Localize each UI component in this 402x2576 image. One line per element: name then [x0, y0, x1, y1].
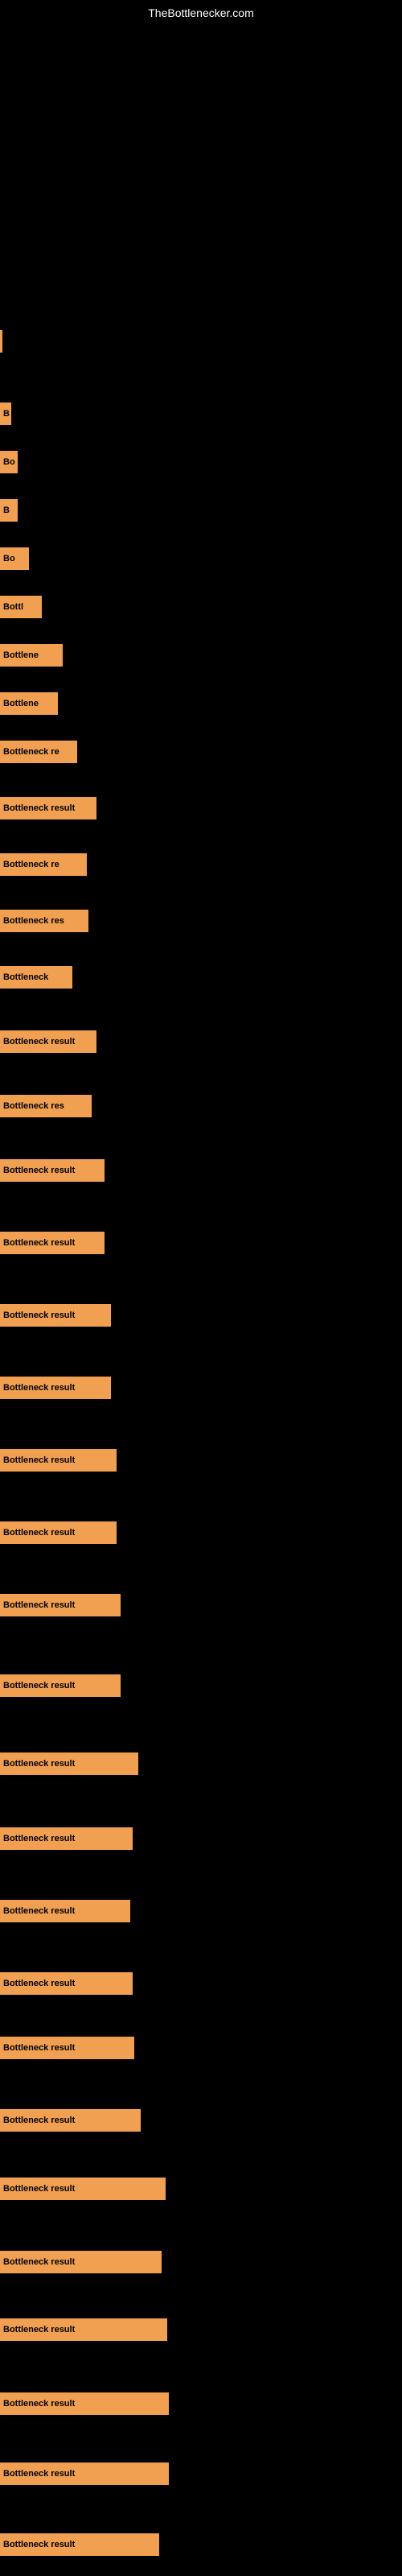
bottleneck-bar: Bottleneck result	[0, 2392, 169, 2415]
bottleneck-bar: Bottleneck result	[0, 1159, 105, 1182]
bottleneck-bar: Bottleneck result	[0, 1674, 121, 1697]
bottleneck-bar: Bottleneck result	[0, 1827, 133, 1850]
bottleneck-bar: Bottleneck result	[0, 2109, 141, 2132]
bottleneck-bar: Bottleneck result	[0, 2178, 166, 2200]
bottleneck-bar: Bottleneck result	[0, 1900, 130, 1922]
bottleneck-bar: Bottleneck result	[0, 2318, 167, 2341]
bottleneck-bar: Bottleneck res	[0, 1095, 92, 1117]
bottleneck-bar: Bottl	[0, 596, 42, 618]
bottleneck-bar: Bottleneck re	[0, 853, 87, 876]
bottleneck-bar: Bottleneck result	[0, 1304, 111, 1327]
bottleneck-bar	[0, 330, 2, 353]
bottleneck-bar: Bottleneck result	[0, 797, 96, 819]
bottleneck-bar: Bo	[0, 547, 29, 570]
bottleneck-bar: Bottleneck result	[0, 2251, 162, 2273]
bottleneck-bar: Bottleneck result	[0, 1972, 133, 1995]
bottleneck-bar: Bottlene	[0, 692, 58, 715]
bottleneck-bar: Bottleneck result	[0, 1232, 105, 1254]
bottleneck-bar: Bottleneck result	[0, 2037, 134, 2059]
bottleneck-bar: Bottleneck result	[0, 1030, 96, 1053]
bottleneck-bar: Bottleneck result	[0, 1752, 138, 1775]
bottleneck-bar: B	[0, 402, 11, 425]
bottleneck-bar: Bottleneck result	[0, 1594, 121, 1616]
bottleneck-bar: Bo	[0, 451, 18, 473]
site-title: TheBottlenecker.com	[148, 6, 254, 19]
bottleneck-bar: Bottleneck result	[0, 2462, 169, 2485]
bottleneck-bar: Bottleneck	[0, 966, 72, 989]
bottleneck-bar: B	[0, 499, 18, 522]
bottleneck-bar: Bottleneck result	[0, 1449, 117, 1472]
bottleneck-bar: Bottlene	[0, 644, 63, 667]
bottleneck-bar: Bottleneck result	[0, 1377, 111, 1399]
bottleneck-bar: Bottleneck result	[0, 2533, 159, 2556]
bottleneck-bar: Bottleneck result	[0, 1521, 117, 1544]
bottleneck-bar: Bottleneck re	[0, 741, 77, 763]
bottleneck-bar: Bottleneck res	[0, 910, 88, 932]
